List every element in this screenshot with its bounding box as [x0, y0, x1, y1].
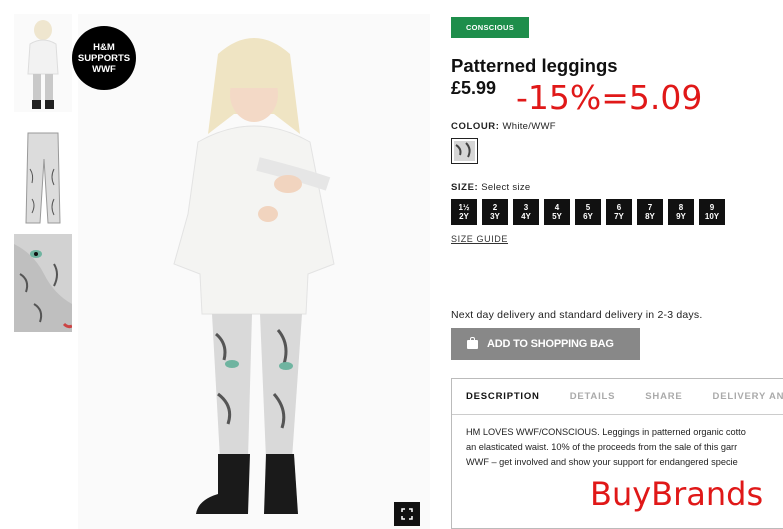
size-options: 1½ 2Y 2 3Y 3 4Y 4 5Y 5 6Y 6 7Y 7 8Y 8 9Y 9 10Y: [451, 199, 730, 225]
colour-label: COLOUR:: [451, 121, 500, 132]
size-label: SIZE:: [451, 182, 479, 193]
size-option[interactable]: 7 8Y: [637, 199, 663, 225]
tab-share[interactable]: SHARE: [645, 391, 682, 402]
product-main-image: [78, 14, 430, 529]
size-option[interactable]: 2 3Y: [482, 199, 508, 225]
description-line: HM LOVES WWF/CONSCIOUS. Leggings in patt…: [466, 427, 746, 437]
description-text: HM LOVES WWF/CONSCIOUS. Leggings in patt…: [466, 425, 783, 470]
expand-icon: [401, 508, 413, 520]
colour-swatch[interactable]: [451, 138, 478, 164]
conscious-tag: CONSCIOUS: [451, 17, 529, 38]
size-option[interactable]: 4 5Y: [544, 199, 570, 225]
size-option[interactable]: 8 9Y: [668, 199, 694, 225]
tab-delivery[interactable]: DELIVERY AND: [713, 391, 783, 402]
hm-supports-wwf-badge: H&M SUPPORTS WWF: [72, 26, 136, 90]
thumbnail-leggings[interactable]: [14, 129, 72, 227]
badge-line-1: H&M: [93, 41, 115, 53]
description-tabs: DESCRIPTION DETAILS SHARE DELIVERY AND: [452, 379, 783, 415]
size-option[interactable]: 5 6Y: [575, 199, 601, 225]
discount-annotation: -15%=5.09: [516, 78, 703, 117]
add-to-bag-label: ADD TO SHOPPING BAG: [487, 338, 614, 350]
colour-value: White/WWF: [502, 121, 556, 132]
size-option[interactable]: 9 10Y: [699, 199, 725, 225]
colour-row: COLOUR: White/WWF: [451, 121, 556, 132]
buybrands-watermark: BuyBrands: [590, 475, 764, 513]
size-prompt: Select size: [481, 182, 531, 193]
thumbnail-print-closeup[interactable]: [14, 234, 72, 332]
description-line: an elasticated waist. 10% of the proceed…: [466, 442, 738, 452]
product-title: Patterned leggings: [451, 55, 618, 76]
delivery-info: Next day delivery and standard delivery …: [451, 309, 703, 321]
shopping-bag-icon: [467, 336, 478, 349]
size-row: SIZE: Select size: [451, 182, 530, 193]
product-price: £5.99: [451, 78, 497, 98]
size-guide-link[interactable]: SIZE GUIDE: [451, 234, 508, 244]
size-option[interactable]: 3 4Y: [513, 199, 539, 225]
size-option[interactable]: 1½ 2Y: [451, 199, 477, 225]
description-line: WWF – get involved and show your support…: [466, 457, 738, 467]
badge-line-3: WWF: [92, 63, 116, 75]
size-option[interactable]: 6 7Y: [606, 199, 632, 225]
tab-description[interactable]: DESCRIPTION: [466, 391, 540, 402]
tab-details[interactable]: DETAILS: [570, 391, 616, 402]
add-to-bag-button[interactable]: ADD TO SHOPPING BAG: [451, 328, 640, 360]
thumbnail-model[interactable]: [14, 14, 72, 112]
badge-line-2: SUPPORTS: [77, 52, 131, 64]
fullscreen-button[interactable]: [394, 502, 420, 526]
